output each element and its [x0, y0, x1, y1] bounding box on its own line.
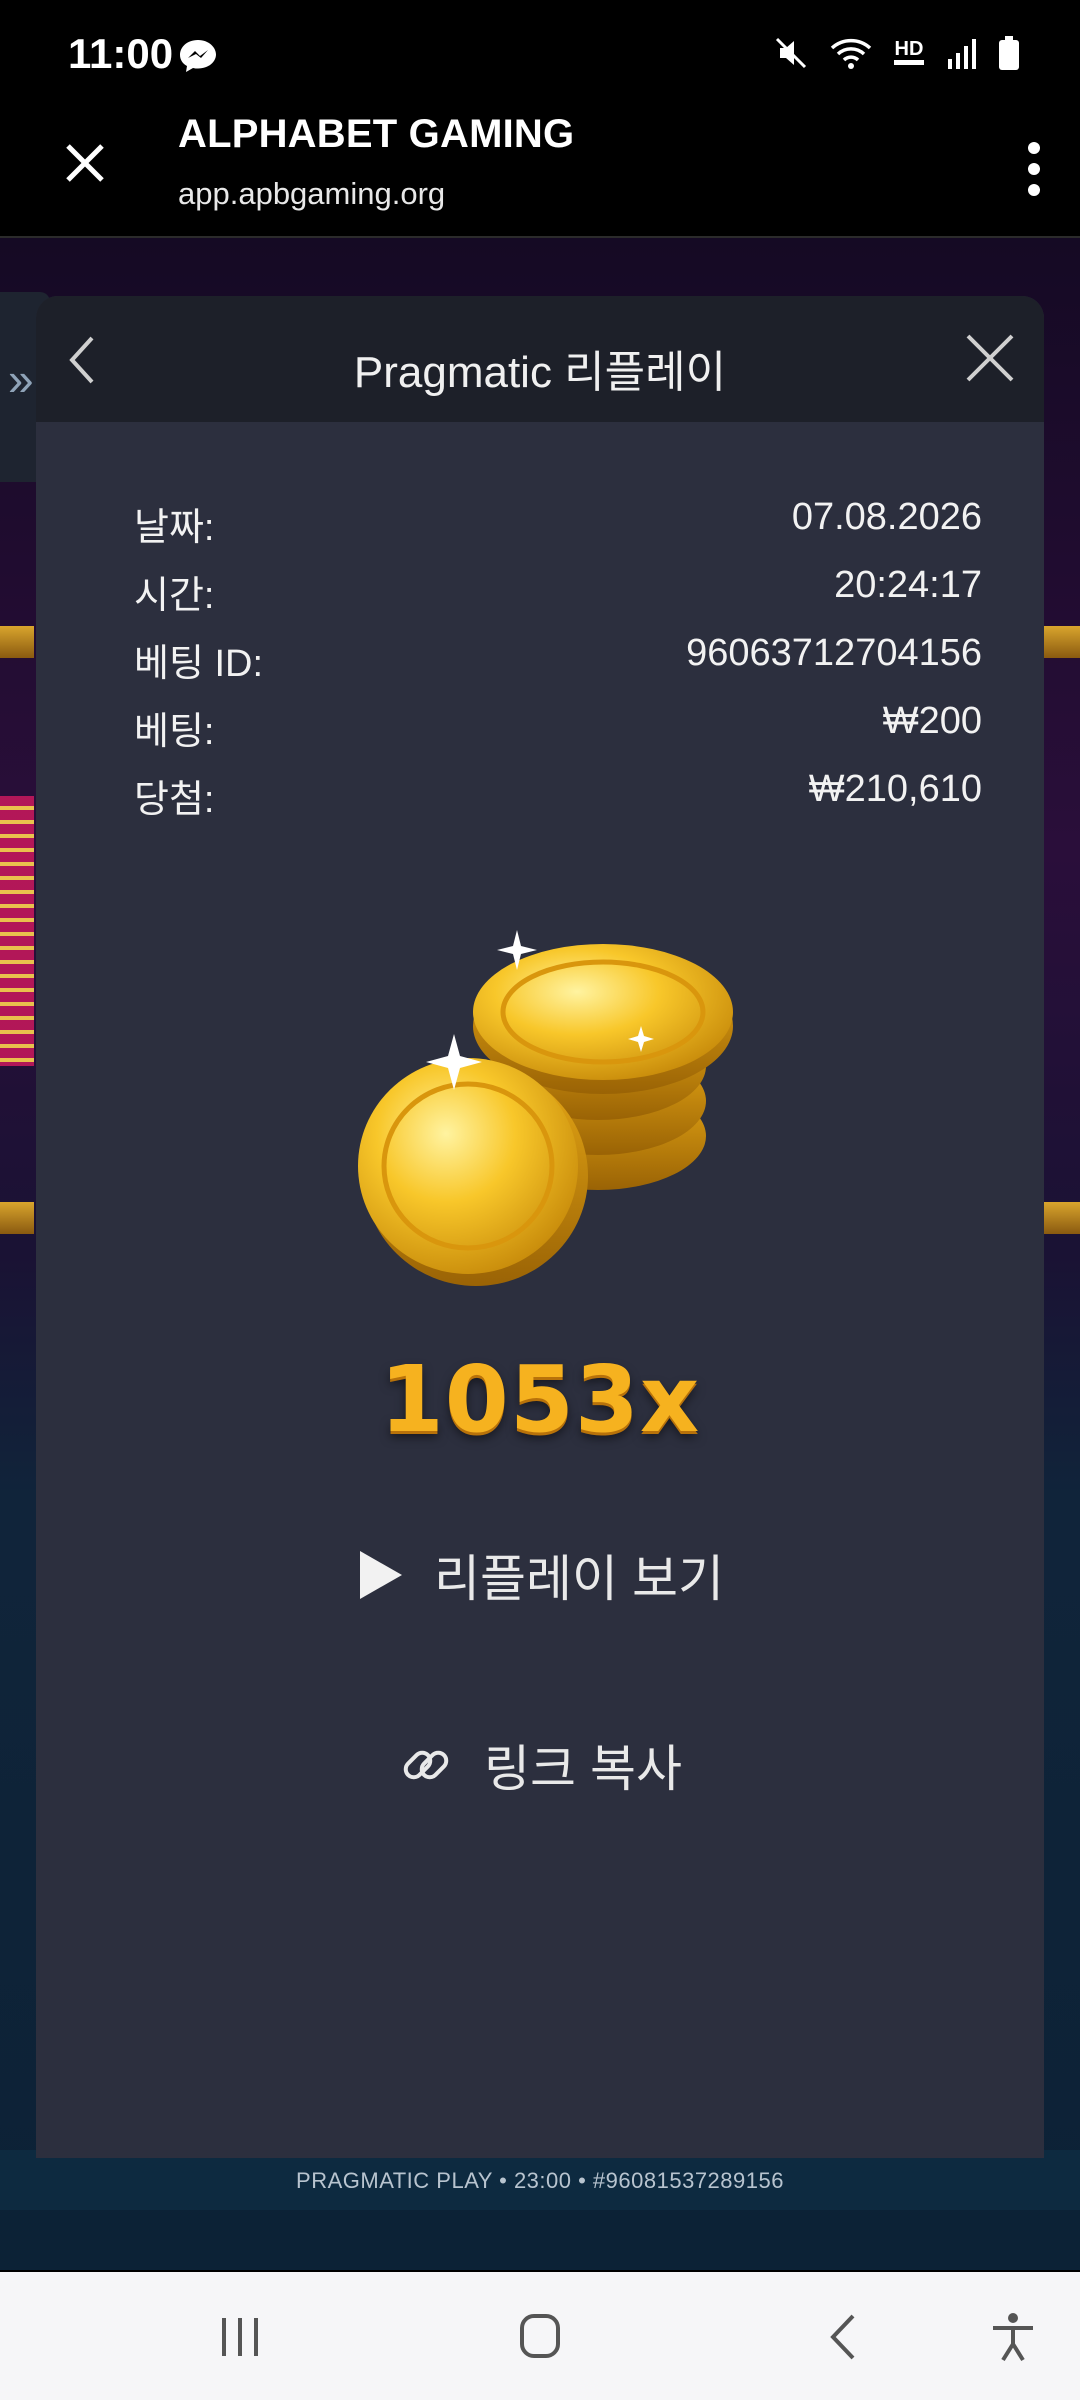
messenger-icon — [180, 40, 216, 72]
recent-apps-icon[interactable] — [210, 2312, 270, 2362]
info-row-win: 당첨: ₩210,610 — [134, 768, 982, 836]
watch-replay-label: 리플레이 보기 — [434, 1551, 724, 1607]
modal-title: Pragmatic 리플레이 — [353, 348, 727, 397]
info-label: 당첨: — [134, 779, 215, 821]
more-options-icon[interactable] — [1026, 138, 1042, 200]
info-row-time: 시간: 20:24:17 — [134, 564, 982, 632]
game-caption: PRAGMATIC PLAY • 23:00 • #96081537289156 — [296, 2168, 784, 2193]
hd-voice-icon: HD — [894, 39, 924, 67]
replay-modal: Pragmatic 리플레이 날짜: 07.08.2026 시간: 20:24:… — [36, 296, 1044, 2158]
info-row-date: 날짜: 07.08.2026 — [134, 496, 982, 564]
info-row-bet-id: 베팅 ID: 96063712704156 — [134, 632, 982, 700]
info-value: ₩200 — [882, 700, 982, 742]
info-label: 시간: — [134, 575, 215, 617]
info-value: ₩210,610 — [808, 768, 982, 810]
mute-icon — [775, 37, 807, 69]
info-label: 베팅 ID: — [134, 643, 264, 685]
info-label: 베팅: — [134, 711, 215, 753]
signal-icon — [948, 39, 976, 69]
watch-replay-button[interactable]: 리플레이 보기 — [36, 1530, 1044, 1620]
info-value: 20:24:17 — [834, 564, 982, 606]
win-multiplier: 1053x — [379, 1346, 701, 1453]
bet-info: 날짜: 07.08.2026 시간: 20:24:17 베팅 ID: 96063… — [134, 496, 982, 836]
accessibility-icon[interactable] — [983, 2312, 1043, 2362]
decor-bar — [0, 1202, 34, 1234]
page-url[interactable]: app.apbgaming.org — [178, 176, 445, 212]
close-icon[interactable] — [962, 330, 1018, 386]
info-label: 날짜: — [134, 507, 215, 549]
battery-icon — [999, 36, 1019, 70]
decor-ornament — [0, 796, 34, 1066]
wifi-icon — [830, 38, 872, 69]
browser-header: ALPHABET GAMING app.apbgaming.org — [0, 110, 1080, 238]
copy-link-label: 링크 복사 — [484, 1741, 682, 1797]
info-value: 07.08.2026 — [791, 496, 982, 538]
modal-header: Pragmatic 리플레이 — [36, 296, 1044, 422]
decor-bar — [0, 626, 34, 658]
page-title: ALPHABET GAMING — [178, 112, 575, 156]
decor-bar — [1044, 1202, 1080, 1234]
link-icon — [403, 1750, 449, 1780]
voice-bar-icon — [894, 60, 924, 65]
copy-link-button[interactable]: 링크 복사 — [36, 1720, 1044, 1810]
status-bar: 11:00 HD — [0, 0, 1080, 110]
back-nav-icon[interactable] — [815, 2312, 875, 2362]
status-time: 11:00 — [68, 30, 174, 77]
decor-bar — [1044, 626, 1080, 658]
info-row-bet: 베팅: ₩200 — [134, 700, 982, 768]
navigation-bar — [0, 2272, 1080, 2400]
hd-voice-label: HD — [894, 38, 924, 60]
close-icon[interactable] — [58, 136, 112, 190]
double-chevron-icon: » — [8, 353, 34, 405]
home-icon[interactable] — [510, 2312, 570, 2362]
play-icon — [360, 1551, 403, 1599]
gold-coins-icon — [358, 930, 733, 1286]
info-value: 96063712704156 — [686, 632, 982, 674]
